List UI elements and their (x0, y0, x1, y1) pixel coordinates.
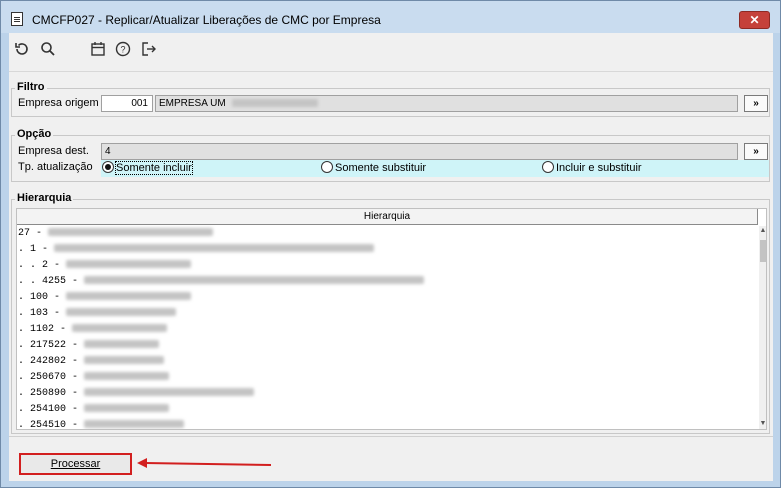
scroll-up-icon[interactable]: ▲ (759, 226, 766, 236)
radio-dot (542, 161, 554, 174)
empresa-dest-lookup-button[interactable]: » (744, 143, 768, 160)
scroll-down-icon[interactable]: ▼ (759, 419, 766, 429)
redacted-text (84, 356, 165, 365)
title-bar: CMCFP027 - Replicar/Atualizar Liberações… (1, 1, 780, 33)
tree-row[interactable]: . 217522 - (18, 338, 751, 354)
refresh-icon[interactable] (13, 41, 31, 59)
empresa-origem-label: Empresa origem (18, 97, 99, 109)
redacted-text (84, 420, 185, 429)
tree-row[interactable]: . 1102 - (18, 322, 751, 338)
calendar-icon[interactable] (89, 41, 107, 59)
filtro-title: Filtro (15, 81, 47, 93)
radio-dot (321, 161, 333, 174)
redacted-text (84, 388, 255, 397)
redacted-text (66, 260, 192, 269)
footer-separator (9, 436, 773, 437)
radio-somente-incluir[interactable]: Somente incluir (102, 161, 193, 175)
redacted-text (84, 340, 160, 349)
empresa-origem-name: EMPRESA UM (159, 98, 226, 109)
redacted-text (84, 372, 170, 381)
tree-row[interactable]: . 250670 - (18, 370, 751, 386)
hierarquia-column-header[interactable]: Hierarquia (17, 209, 758, 225)
empresa-dest-label: Empresa dest. (18, 145, 89, 157)
tree-row[interactable]: . 250890 - (18, 386, 751, 402)
document-icon (11, 12, 23, 26)
radio-somente-substituir[interactable]: Somente substituir (321, 161, 426, 174)
scroll-thumb[interactable] (760, 240, 766, 262)
tree-rows: 27 - . 1 - . . 2 - . . 4255 - . 100 - . … (18, 226, 751, 429)
tp-atualizacao-radio-group: Somente incluir Somente substituir Inclu… (101, 160, 769, 177)
close-button[interactable]: ✕ (739, 11, 770, 29)
empresa-origem-name-field: EMPRESA UM (155, 95, 738, 112)
redacted-text (72, 324, 168, 333)
search-icon[interactable] (39, 41, 57, 59)
redacted-text (54, 244, 375, 253)
window-title: CMCFP027 - Replicar/Atualizar Liberações… (32, 13, 381, 27)
help-icon[interactable]: ? (114, 41, 132, 59)
tree-scrollbar[interactable]: ▲ ▼ (759, 226, 766, 429)
tree-row[interactable]: . 103 - (18, 306, 751, 322)
empresa-origem-code-field[interactable]: 001 (101, 95, 153, 112)
tree-row[interactable]: . 254510 - (18, 418, 751, 429)
svg-text:?: ? (120, 45, 125, 55)
hierarquia-title: Hierarquia (15, 192, 74, 204)
empresa-origem-lookup-button[interactable]: » (744, 95, 768, 112)
tree-row[interactable]: . 242802 - (18, 354, 751, 370)
app-window: CMCFP027 - Replicar/Atualizar Liberações… (0, 0, 781, 488)
redacted-text (84, 404, 170, 413)
form-body: ? Filtro Empresa origem 001 EMPRESA UM »… (9, 33, 773, 481)
tree-row[interactable]: . 254100 - (18, 402, 751, 418)
redacted-text (66, 292, 192, 301)
radio-dot-selected (102, 161, 114, 174)
redacted-text (66, 308, 177, 317)
opcao-title: Opção (15, 128, 54, 140)
tp-atualizacao-label: Tp. atualização (18, 161, 93, 173)
redacted-text (48, 228, 214, 237)
hierarquia-tree[interactable]: Hierarquia 27 - . 1 - . . 2 - . . 4255 -… (16, 208, 767, 430)
process-button[interactable]: Processar (19, 453, 132, 475)
radio-incluir-e-substituir[interactable]: Incluir e substituir (542, 161, 642, 174)
empresa-dest-field[interactable]: 4 (101, 143, 738, 160)
toolbar-separator (9, 71, 773, 72)
tree-row[interactable]: . . 4255 - (18, 274, 751, 290)
tree-row[interactable]: . . 2 - (18, 258, 751, 274)
tree-row[interactable]: 27 - (18, 226, 751, 242)
exit-icon[interactable] (140, 41, 158, 59)
tree-row[interactable]: . 1 - (18, 242, 751, 258)
annotation-arrow-icon (137, 458, 271, 468)
redacted-text (232, 99, 319, 108)
tree-row[interactable]: . 100 - (18, 290, 751, 306)
redacted-text (84, 276, 425, 285)
